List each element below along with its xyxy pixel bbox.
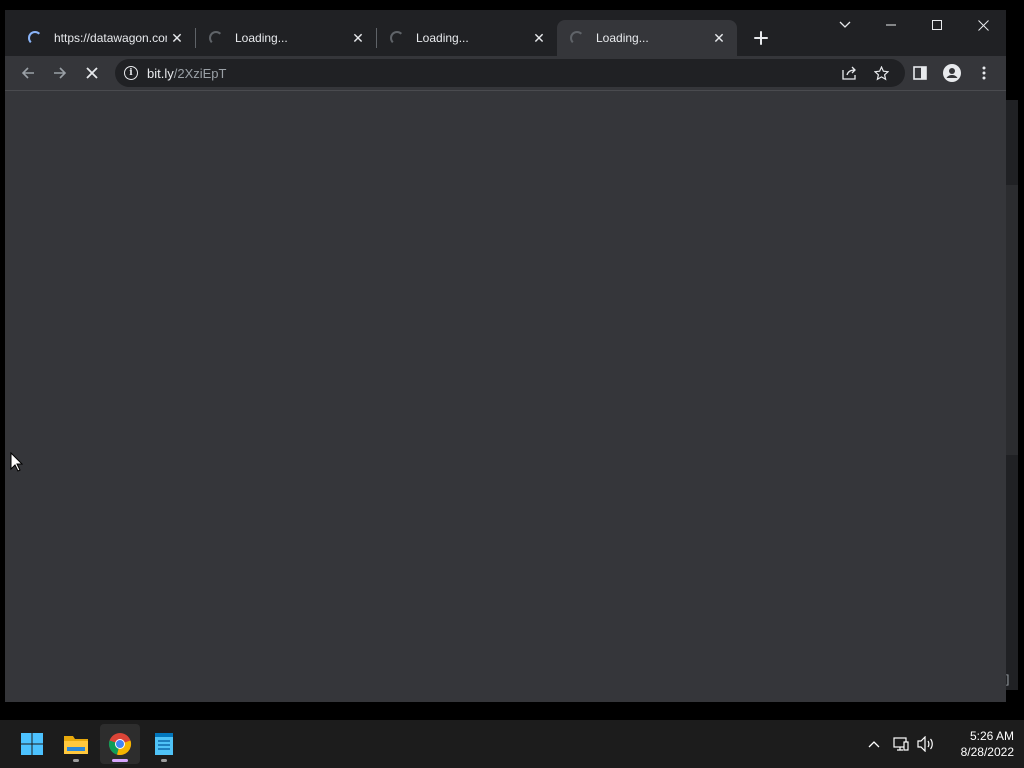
browser-toolbar: i bit.ly/2XziEpT [5,56,1006,90]
taskbar: 5:26 AM 8/28/2022 [0,720,1024,768]
minimize-icon [886,24,896,26]
clock-date: 8/28/2022 [960,745,1014,759]
chrome-button[interactable] [100,724,140,764]
chrome-icon [108,733,132,756]
side-panel-button[interactable] [905,58,935,88]
tab-loading-2[interactable]: Loading... ✕ [377,20,557,56]
notepad-icon [155,733,173,755]
running-indicator [73,759,79,762]
network-button[interactable] [891,734,911,754]
background-window-strip [1006,185,1018,455]
close-icon [86,67,98,79]
page-content-blank[interactable] [5,90,1006,702]
loading-spinner-icon [570,31,584,45]
volume-button[interactable] [916,734,936,754]
close-window-button[interactable] [960,10,1006,40]
tab-loading-1[interactable]: Loading... ✕ [196,20,376,56]
info-icon[interactable]: i [124,66,138,80]
browser-window: https://datawagon.com ✕ Loading... ✕ Loa… [5,10,1006,702]
browser-menu-button[interactable] [969,58,999,88]
system-clock[interactable]: 5:26 AM 8/28/2022 [940,728,1014,760]
maximize-button[interactable] [914,10,960,40]
tab-search-button[interactable] [822,10,868,40]
file-explorer-button[interactable] [56,724,96,764]
arrow-right-icon [54,67,67,79]
bookmark-button[interactable] [867,59,895,87]
chevron-down-icon [839,21,851,28]
url-host: bit.ly [147,65,174,81]
tab-title: Loading... [416,31,469,45]
running-indicator [161,759,167,762]
notepad-button[interactable] [144,724,184,764]
person-icon [943,64,961,82]
speaker-icon [917,736,933,752]
minimize-button[interactable] [868,10,914,40]
tab-datawagon[interactable]: https://datawagon.com ✕ [15,20,195,56]
share-button[interactable] [835,59,863,87]
url-path: /2XziEpT [173,65,227,81]
background-bracket-icon: ] [1006,672,1010,686]
side-panel-icon [913,66,927,80]
loading-spinner-icon [390,31,404,45]
tab-strip: https://datawagon.com ✕ Loading... ✕ Loa… [5,10,1006,56]
loading-spinner-icon [28,31,42,45]
network-icon [893,737,909,751]
chevron-up-icon [868,741,880,748]
tab-close-icon[interactable]: ✕ [529,28,549,48]
new-tab-button[interactable] [747,24,775,52]
tab-title: Loading... [235,31,288,45]
share-icon [841,66,856,80]
clock-time: 5:26 AM [969,729,1014,743]
tab-close-icon[interactable]: ✕ [709,28,729,48]
mouse-cursor-icon [10,452,24,472]
show-hidden-icons-button[interactable] [864,734,884,754]
folder-icon [64,736,88,754]
kebab-menu-icon [982,66,986,80]
tab-close-icon[interactable]: ✕ [167,28,187,48]
tab-close-icon[interactable]: ✕ [348,28,368,48]
start-button[interactable] [12,724,52,764]
star-icon [873,65,889,81]
loading-spinner-icon [209,31,223,45]
forward-button[interactable] [45,58,75,88]
active-indicator [112,759,128,762]
back-button[interactable] [13,58,43,88]
tab-title: https://datawagon.com [54,31,167,45]
windows-logo-icon [21,733,43,755]
tab-loading-3-active[interactable]: Loading... ✕ [557,20,737,56]
arrow-left-icon [21,67,34,79]
background-window: ] [1006,100,1018,690]
plus-icon [754,31,768,45]
stop-loading-button[interactable] [77,58,107,88]
address-bar[interactable]: i bit.ly/2XziEpT [115,59,905,87]
tab-title: Loading... [596,31,649,45]
close-icon [977,19,989,31]
profile-button[interactable] [937,58,967,88]
maximize-icon [932,20,942,30]
